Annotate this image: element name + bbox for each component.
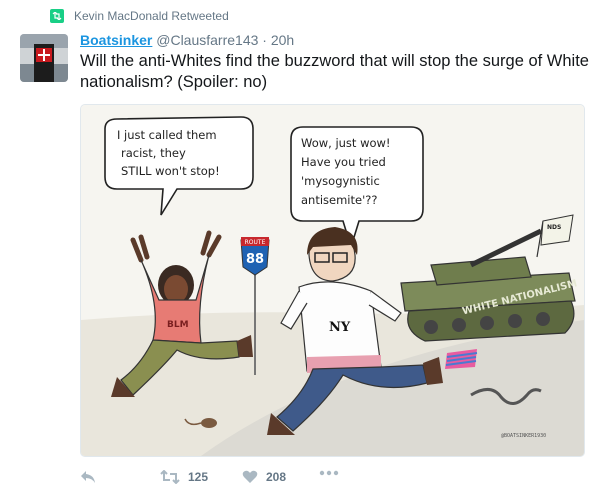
bubble1-line2: racist, they xyxy=(121,146,186,160)
bubble2-line1: Wow, just wow! xyxy=(301,136,391,150)
tweet-time[interactable]: 20h xyxy=(271,32,294,48)
cartoon-signature: @BOATSINKER1930 xyxy=(501,433,546,439)
more-button[interactable] xyxy=(319,470,339,476)
retweet-count: 125 xyxy=(188,470,209,484)
retweet-button[interactable]: 125 xyxy=(160,470,208,484)
retweet-icon xyxy=(160,470,180,484)
tweet-text: Will the anti-Whites find the buzzword t… xyxy=(80,52,589,91)
bubble1-line3: STILL won't stop! xyxy=(121,164,220,178)
bubble2-line4: antisemite'?? xyxy=(301,193,377,207)
route-sign-top: ROUTE xyxy=(245,239,266,246)
reply-button[interactable] xyxy=(80,470,96,484)
retweet-context-text[interactable]: Kevin MacDonald Retweeted xyxy=(74,9,229,23)
shirt-right-text: NY xyxy=(329,320,351,335)
retweet-context-icon xyxy=(50,9,64,23)
author-handle[interactable]: @Clausfarre143 xyxy=(156,32,258,48)
bubble1-line1: I just called them xyxy=(117,128,217,142)
shirt-left-text: BLM xyxy=(167,320,189,330)
more-icon xyxy=(319,470,339,476)
bubble2-line2: Have you tried xyxy=(301,155,386,169)
flag-text: NDS xyxy=(547,224,561,231)
author-name[interactable]: Boatsinker xyxy=(80,32,152,48)
heart-icon xyxy=(242,470,258,483)
tweet-actions: 125 208 xyxy=(80,470,380,492)
time-separator: · xyxy=(262,32,267,48)
tweet-header: Boatsinker @Clausfarre143 · 20h xyxy=(80,31,294,49)
route-sign-number: 88 xyxy=(246,252,264,267)
bubble2-line3: 'mysogynistic xyxy=(301,174,380,188)
like-button[interactable]: 208 xyxy=(242,470,286,484)
reply-icon xyxy=(81,471,95,483)
tweet-image[interactable]: ROUTE 88 I just called them racist, they… xyxy=(80,104,585,457)
like-count: 208 xyxy=(266,470,287,484)
retweet-context[interactable]: Kevin MacDonald Retweeted xyxy=(50,9,229,23)
avatar[interactable] xyxy=(20,34,68,82)
